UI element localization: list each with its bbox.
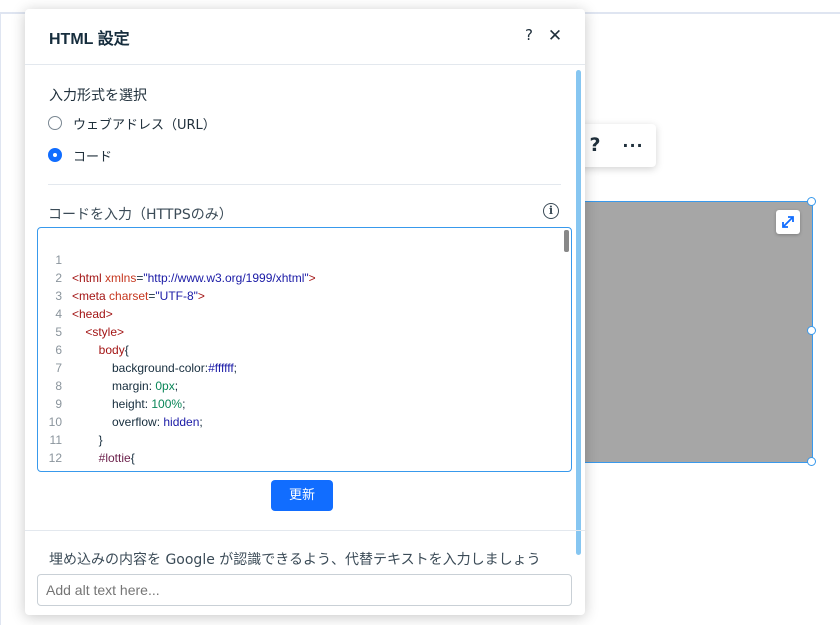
code-scrollbar[interactable]: [564, 230, 569, 252]
radio-button-selected[interactable]: [48, 148, 62, 162]
code-line: 1 <html xmlns="http://www.w3.org/1999/xh…: [55, 253, 316, 285]
help-icon[interactable]: ?: [519, 26, 539, 44]
resize-handle-top-right[interactable]: [807, 197, 816, 206]
radio-label: ウェブアドレス（URL）: [73, 118, 216, 133]
stretch-button[interactable]: [776, 210, 800, 234]
code-input-label: コードを入力（HTTPSのみ）: [48, 207, 233, 223]
code-line: 11 #lottie{: [49, 433, 135, 465]
code-line: 9 overflow: hidden;: [55, 397, 203, 429]
info-icon[interactable]: i: [543, 203, 559, 219]
resize-handle-right[interactable]: [807, 326, 816, 335]
close-icon[interactable]: ✕: [545, 26, 565, 46]
html-embed-element[interactable]: [578, 201, 813, 463]
code-line: 6 background-color:#ffffff;: [55, 343, 237, 375]
panel-title: HTML 設定: [49, 31, 130, 48]
code-line: 3 <head>: [55, 289, 113, 321]
code-line: 5 body{: [55, 325, 129, 357]
input-type-label: 入力形式を選択: [49, 88, 147, 104]
code-line: 8 height: 100%;: [55, 379, 186, 411]
code-line: 7 margin: 0px;: [55, 361, 179, 393]
code-line: 13 width:100%;: [38, 449, 558, 471]
panel-scrollbar[interactable]: [576, 70, 581, 555]
alt-text-description: 埋め込みの内容を Google が認識できるよう、代替テキストを入力しましょう: [49, 552, 541, 568]
panel-header: HTML 設定 ? ✕: [25, 9, 585, 65]
radio-label: コード: [73, 150, 113, 165]
code-line: 12 background-color:#ffffff;: [48, 451, 237, 471]
html-settings-panel: HTML 設定 ? ✕ 入力形式を選択 ウェブアドレス（URL） コード コード…: [25, 9, 585, 615]
code-editor[interactable]: 1 <html xmlns="http://www.w3.org/1999/xh…: [37, 227, 572, 472]
expand-arrows-icon: [782, 216, 794, 228]
update-button[interactable]: 更新: [271, 480, 333, 511]
divider: [25, 530, 585, 531]
code-line: 10 }: [48, 415, 103, 447]
code-line: 4 <style>: [55, 307, 125, 339]
radio-button[interactable]: [48, 116, 62, 130]
more-actions-icon[interactable]: ···: [618, 124, 648, 167]
divider: [48, 184, 561, 185]
canvas-guide-left: [0, 12, 1, 625]
alt-text-input[interactable]: [37, 574, 572, 606]
resize-handle-bottom-right[interactable]: [807, 457, 816, 466]
code-line: 2 <meta charset="UTF-8">: [55, 271, 205, 303]
code-line: 14 height:100%;: [38, 467, 558, 471]
